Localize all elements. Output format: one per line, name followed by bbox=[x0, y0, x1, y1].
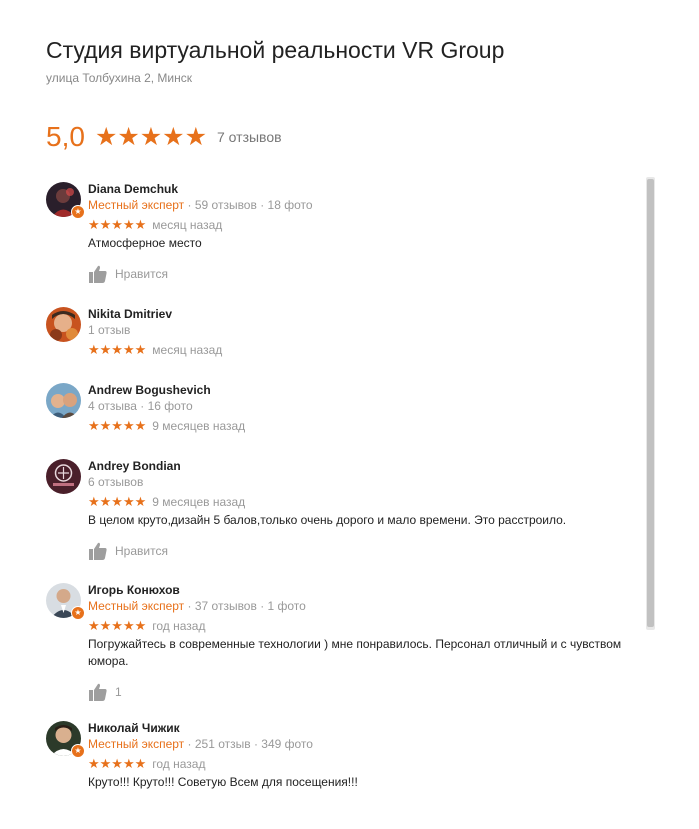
review-text: Погружайтесь в современные технологии ) … bbox=[88, 637, 622, 668]
review-date: месяц назад bbox=[152, 218, 223, 232]
review-rating-row: ★★★★★ 9 месяцев назад bbox=[88, 418, 636, 434]
avatar[interactable]: ★ bbox=[46, 721, 85, 758]
thumbs-up-icon bbox=[89, 542, 107, 560]
author-stats: · 37 отзывов · 1 фото bbox=[184, 599, 306, 613]
rating-value: 5,0 bbox=[46, 121, 85, 152]
like-button[interactable]: 1 bbox=[88, 682, 636, 702]
review-stars: ★★★★★ bbox=[88, 618, 147, 633]
review-body: Andrey Bondian 6 отзывов ★★★★★ 9 месяцев… bbox=[88, 459, 636, 561]
review-body: Andrew Bogushevich 4 отзыва · 16 фото ★★… bbox=[88, 383, 636, 434]
review-text: Круто!!! Круто!!! Советую Всем для посещ… bbox=[88, 775, 358, 789]
review-date: год назад bbox=[152, 757, 206, 771]
review-body: Nikita Dmitriev 1 отзыв ★★★★★ месяц наза… bbox=[88, 307, 636, 358]
review-author-meta: 1 отзыв bbox=[88, 323, 131, 337]
reviews-count-link[interactable]: 7 отзывов bbox=[217, 129, 282, 145]
review-text: Атмосферное место bbox=[88, 236, 202, 250]
star-icon: ★★★★★ bbox=[94, 123, 207, 151]
place-header: Студия виртуальной реальности VR Group у… bbox=[46, 36, 626, 85]
like-button[interactable]: Нравится bbox=[88, 541, 636, 561]
review-rating-row: ★★★★★ год назад bbox=[88, 756, 636, 772]
reviews-scrollbar[interactable] bbox=[646, 177, 655, 630]
avatar[interactable] bbox=[46, 383, 81, 418]
avatar-image bbox=[46, 307, 81, 342]
local-guide-badge-icon: ★ bbox=[71, 744, 85, 758]
review-author[interactable]: Andrey Bondian bbox=[88, 459, 636, 474]
review-stars: ★★★★★ bbox=[88, 418, 147, 433]
place-title: Студия виртуальной реальности VR Group bbox=[46, 37, 505, 63]
review-stars: ★★★★★ bbox=[88, 217, 147, 232]
review-body: Игорь Конюхов Местный эксперт · 37 отзыв… bbox=[88, 583, 636, 702]
review-author[interactable]: Diana Demchuk bbox=[88, 182, 636, 197]
review-stars: ★★★★★ bbox=[88, 342, 147, 357]
place-address: улица Толбухина 2, Минск bbox=[46, 71, 192, 85]
review-date: месяц назад bbox=[152, 343, 223, 357]
avatar-image bbox=[46, 459, 81, 494]
review-author-meta: Местный эксперт · 59 отзывов · 18 фото bbox=[88, 197, 636, 213]
reviews-list: ★ Diana Demchuk Местный эксперт · 59 отз… bbox=[46, 182, 636, 822]
review-body: Николай Чижик Местный эксперт · 251 отзы… bbox=[88, 721, 636, 791]
author-stats: · 59 отзывов · 18 фото bbox=[184, 198, 313, 212]
author-stats: · 251 отзыв · 349 фото bbox=[184, 737, 313, 751]
avatar[interactable] bbox=[46, 307, 81, 342]
review-text: В целом круто,дизайн 5 балов,только очен… bbox=[88, 513, 567, 527]
review-date: 9 месяцев назад bbox=[152, 495, 246, 509]
review-rating-row: ★★★★★ месяц назад bbox=[88, 342, 636, 358]
like-label: Нравится bbox=[115, 544, 168, 558]
local-guide-label: Местный эксперт bbox=[88, 737, 185, 751]
review-author-meta: 6 отзывов bbox=[88, 475, 144, 489]
review-stars: ★★★★★ bbox=[88, 494, 147, 509]
like-button[interactable]: Нравится bbox=[88, 264, 636, 284]
rating-summary: 5,0 ★★★★★ 7 отзывов bbox=[46, 121, 282, 153]
scrollbar-thumb[interactable] bbox=[647, 179, 654, 627]
review-rating-row: ★★★★★ 9 месяцев назад bbox=[88, 494, 636, 510]
local-guide-badge-icon: ★ bbox=[71, 606, 85, 620]
avatar[interactable]: ★ bbox=[46, 182, 85, 219]
avatar[interactable] bbox=[46, 459, 81, 494]
review-date: год назад bbox=[152, 619, 206, 633]
review-author-meta: 4 отзыва · 16 фото bbox=[88, 399, 193, 413]
review-body: Diana Demchuk Местный эксперт · 59 отзыв… bbox=[88, 182, 636, 284]
review-stars: ★★★★★ bbox=[88, 756, 147, 771]
review-author-meta: Местный эксперт · 251 отзыв · 349 фото bbox=[88, 736, 636, 752]
review-author-meta: Местный эксперт · 37 отзывов · 1 фото bbox=[88, 598, 636, 614]
rating-stars: ★★★★★ bbox=[95, 123, 207, 151]
review-author[interactable]: Andrew Bogushevich bbox=[88, 383, 636, 398]
avatar[interactable]: ★ bbox=[46, 583, 85, 620]
review-date: 9 месяцев назад bbox=[152, 419, 246, 433]
like-label: Нравится bbox=[115, 267, 168, 281]
review-rating-row: ★★★★★ год назад bbox=[88, 618, 636, 634]
review-rating-row: ★★★★★ месяц назад bbox=[88, 217, 636, 233]
thumbs-up-icon bbox=[89, 265, 107, 283]
review-author[interactable]: Игорь Конюхов bbox=[88, 583, 636, 598]
review-author[interactable]: Николай Чижик bbox=[88, 721, 636, 736]
thumbs-up-icon bbox=[89, 683, 107, 701]
like-count: 1 bbox=[115, 685, 122, 699]
local-guide-label: Местный эксперт bbox=[88, 599, 185, 613]
local-guide-badge-icon: ★ bbox=[71, 205, 85, 219]
local-guide-label: Местный эксперт bbox=[88, 198, 185, 212]
avatar-image bbox=[46, 383, 81, 418]
review-author[interactable]: Nikita Dmitriev bbox=[88, 307, 636, 322]
